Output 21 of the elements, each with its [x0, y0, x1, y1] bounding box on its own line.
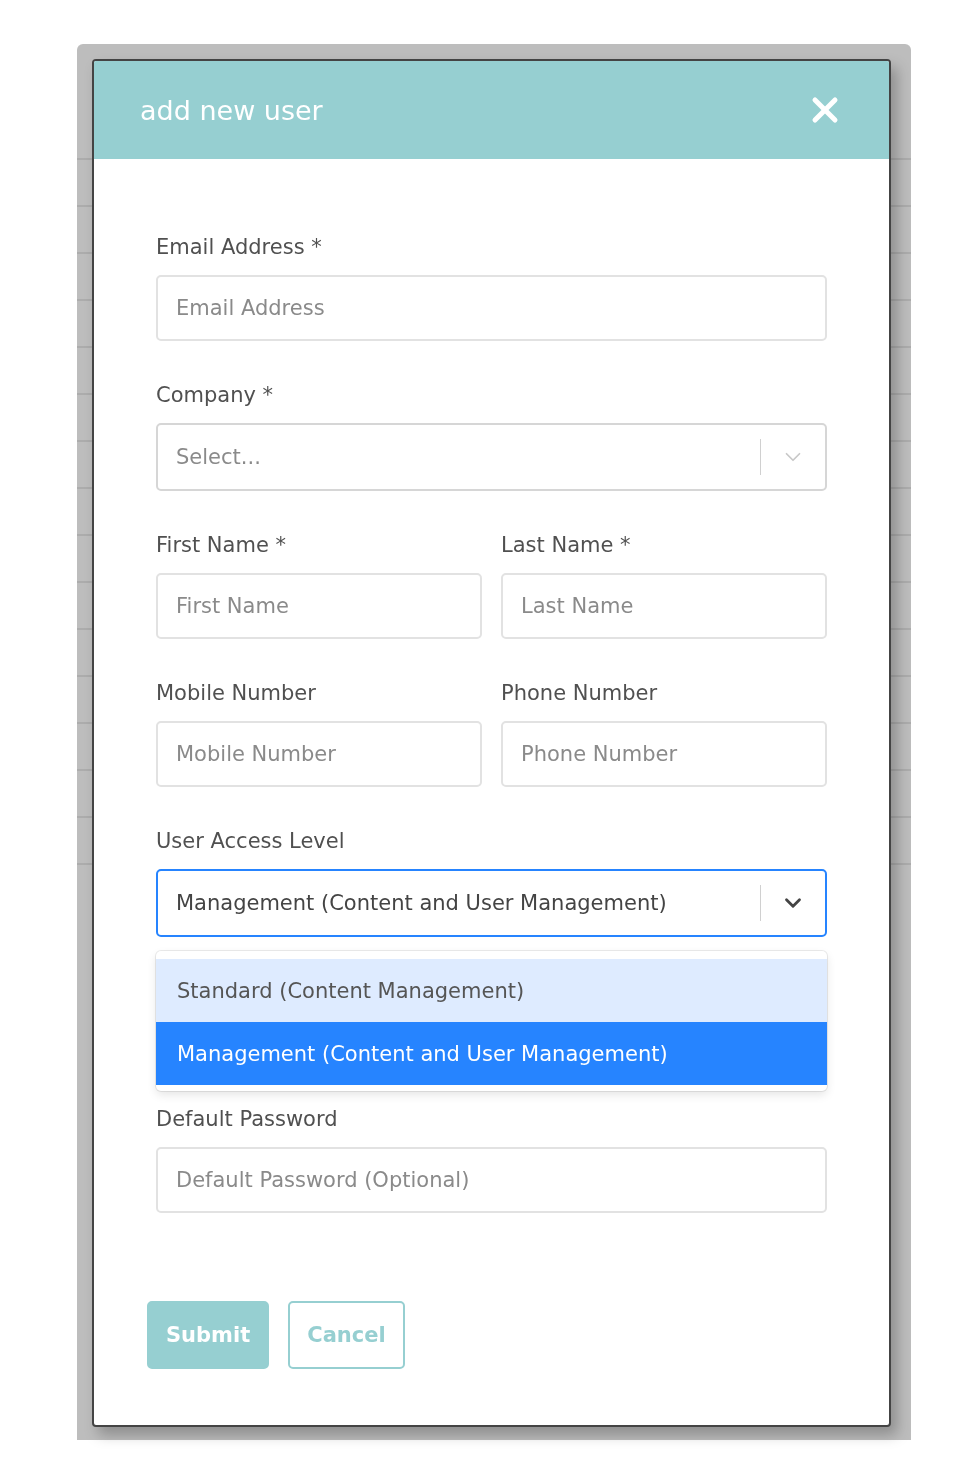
- input-field[interactable]: Phone Number: [501, 721, 827, 787]
- input-field[interactable]: Last Name: [501, 573, 827, 639]
- field-label: User Access Level: [156, 828, 346, 855]
- dialog-title: add new user: [140, 94, 323, 126]
- select-field[interactable]: Management (Content and User Management): [156, 869, 827, 937]
- select-field[interactable]: Select...: [156, 423, 827, 491]
- input-field[interactable]: Mobile Number: [156, 721, 482, 787]
- input-field[interactable]: Default Password (Optional): [156, 1147, 827, 1213]
- select-placeholder: Select...: [176, 445, 262, 469]
- field-label: Phone Number: [501, 680, 659, 707]
- field-label: First Name *: [156, 532, 287, 559]
- field-label: Email Address *: [156, 234, 323, 261]
- select-value: Management (Content and User Management): [176, 891, 668, 915]
- input-field[interactable]: Email Address: [156, 275, 827, 341]
- input-field[interactable]: First Name: [156, 573, 482, 639]
- field-label: Default Password: [156, 1106, 339, 1133]
- field-label: Last Name *: [501, 532, 632, 559]
- dropdown-option[interactable]: Standard (Content Management): [156, 959, 827, 1022]
- field-label: Company *: [156, 382, 275, 409]
- field-label: Mobile Number: [156, 680, 317, 707]
- dropdown-option[interactable]: Management (Content and User Management): [156, 1022, 827, 1085]
